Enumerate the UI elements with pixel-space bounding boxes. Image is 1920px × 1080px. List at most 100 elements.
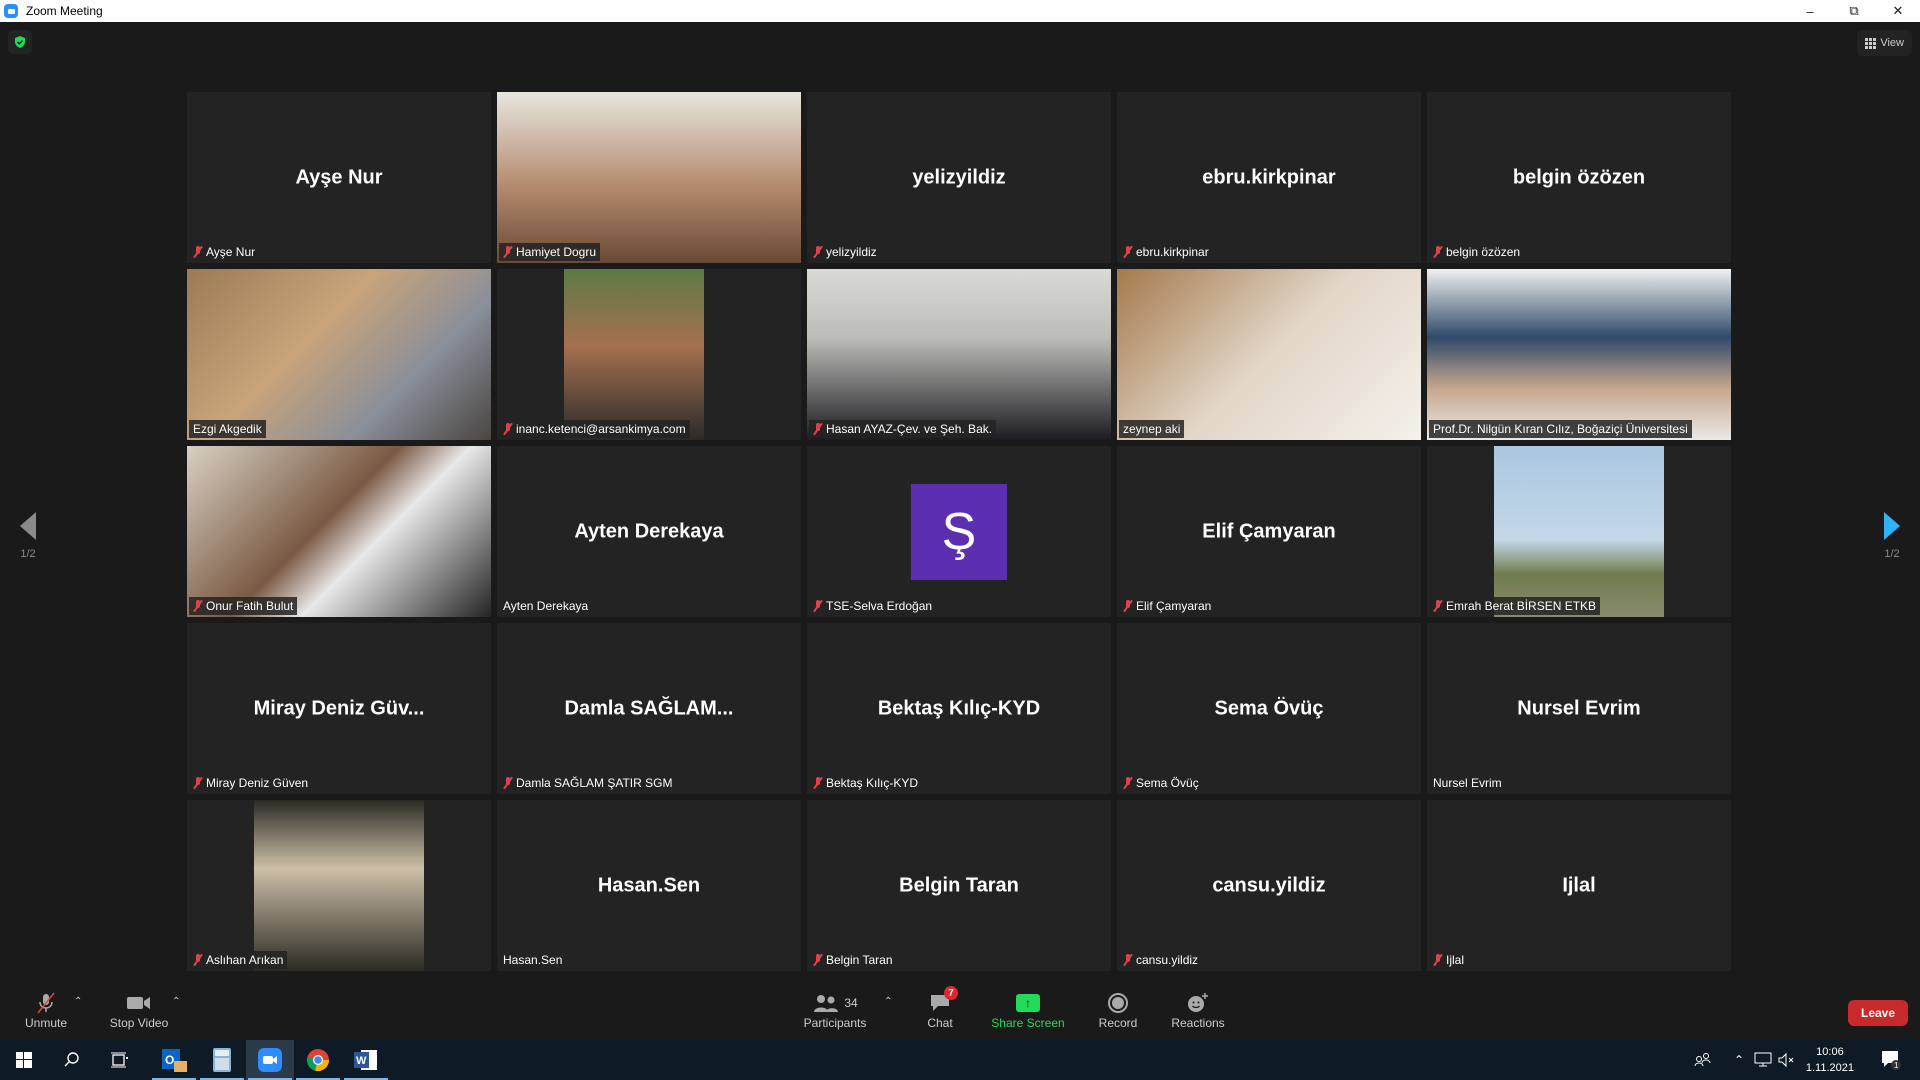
taskbar-outlook[interactable]: O [150,1040,198,1080]
people-button[interactable] [1694,1040,1712,1080]
participant-display-name: Hasan.Sen [597,874,701,896]
participant-name-label: Belgin Taran [809,951,897,969]
participants-options-caret[interactable]: ⌃ [884,996,892,1007]
microphone-muted-icon [193,777,203,789]
participant-display-name: yelizyildiz [912,166,1006,188]
participant-tile[interactable]: Hasan AYAZ-Çev. ve Şeh. Bak. [807,269,1111,440]
participant-name-label: Aslıhan Arıkan [189,951,288,969]
zoom-icon [258,1048,282,1072]
participant-name-label: Bektaş Kılıç-KYD [809,774,923,792]
participants-count: 34 [844,996,858,1010]
participant-tile[interactable]: Ayşe Nur Ayşe Nur [187,92,491,263]
participant-name-label: Ayten Derekaya [499,597,593,615]
participant-tile[interactable]: Prof.Dr. Nilgün Kıran Cılız, Boğaziçi Ün… [1427,269,1731,440]
reactions-button[interactable]: Reactions [1170,990,1226,1030]
participant-display-name: Sema Övüç [1214,697,1324,719]
restore-button[interactable]: ⧉ [1832,0,1876,22]
participant-tile[interactable]: Ezgi Akgedik [187,269,491,440]
security-button[interactable] [8,30,32,54]
participant-tile[interactable]: cansu.yildiz cansu.yildiz [1117,800,1421,971]
participant-tile[interactable]: ebru.kirkpinar ebru.kirkpinar [1117,92,1421,263]
video-options-caret[interactable]: ⌃ [172,996,180,1007]
taskbar-calculator[interactable] [198,1040,246,1080]
participant-tile[interactable]: yelizyildiz yelizyildiz [807,92,1111,263]
microphone-muted-icon [813,954,823,966]
participant-tile[interactable]: Bektaş Kılıç-KYD Bektaş Kılıç-KYD [807,623,1111,794]
record-button[interactable]: Record [1096,990,1140,1030]
windows-logo-icon [16,1052,32,1068]
view-button[interactable]: View [1857,30,1912,56]
minimize-button[interactable]: – [1788,0,1832,22]
participant-tile[interactable]: Nursel Evrim Nursel Evrim [1427,623,1731,794]
microphone-muted-icon [813,246,823,258]
task-view-button[interactable] [96,1040,144,1080]
participant-name-label: zeynep aki [1119,420,1185,438]
participant-name: Ayşe Nur [206,245,256,259]
participant-tile[interactable]: Emrah Berat BİRSEN ETKB [1427,446,1731,617]
participant-name: Damla SAĞLAM ŞATIR SGM [516,776,673,790]
participant-video [1494,446,1664,617]
notification-count: 1 [1894,1061,1899,1070]
participant-tile[interactable]: belgin özözen belgin özözen [1427,92,1731,263]
participant-tile[interactable]: Sema Övüç Sema Övüç [1117,623,1421,794]
action-center-button[interactable]: 1 [1880,1040,1902,1080]
participant-name: Emrah Berat BİRSEN ETKB [1446,599,1597,613]
search-button[interactable] [48,1040,96,1080]
participant-tile[interactable]: Hamiyet Dogru [497,92,801,263]
participant-name-label: Hasan.Sen [499,951,567,969]
previous-page-button[interactable]: 1/2 [8,512,48,560]
participant-tile[interactable]: Damla SAĞLAM... Damla SAĞLAM ŞATIR SGM [497,623,801,794]
participant-tile[interactable]: Miray Deniz Güv... Miray Deniz Güven [187,623,491,794]
microphone-muted-icon [503,777,513,789]
unmute-button[interactable]: Unmute [18,990,74,1030]
participant-video [187,269,491,440]
video-camera-icon [127,997,150,1009]
share-screen-icon: ↑ [1016,994,1040,1012]
audio-options-caret[interactable]: ⌃ [74,996,82,1007]
participant-tile[interactable]: Aslıhan Arıkan [187,800,491,971]
system-clock[interactable]: 10:06 1.11.2021 [1806,1044,1854,1076]
participant-tile[interactable]: inanc.ketenci@arsankimya.com [497,269,801,440]
unmute-label: Unmute [24,1016,68,1030]
next-page-button[interactable]: 1/2 [1872,512,1912,560]
participant-name: yelizyildiz [826,245,877,259]
close-button[interactable]: ✕ [1876,0,1920,22]
previous-page-indicator: 1/2 [20,548,36,560]
chat-button[interactable]: 7 Chat [920,986,960,1030]
task-view-icon [111,1052,128,1068]
participant-name-label: Prof.Dr. Nilgün Kıran Cılız, Boğaziçi Ün… [1429,420,1692,438]
microphone-muted-icon [193,246,203,258]
share-screen-button[interactable]: ↑ Share Screen [990,990,1066,1030]
participant-tile[interactable]: Ayten Derekaya Ayten Derekaya [497,446,801,617]
participants-button[interactable]: 34 Participants [800,990,870,1030]
participant-name-label: belgin özözen [1429,243,1525,261]
taskbar-chrome[interactable] [294,1040,342,1080]
participant-tile[interactable]: Hasan.Sen Hasan.Sen [497,800,801,971]
window-titlebar: Zoom Meeting – ⧉ ✕ [0,0,1920,22]
chevron-up-icon: ⌃ [1734,1053,1745,1067]
stop-video-button[interactable]: Stop Video [104,990,174,1030]
participant-display-name: Belgin Taran [899,874,1019,896]
participant-tile[interactable]: zeynep aki [1117,269,1421,440]
participant-display-name: Ijlal [1562,874,1596,896]
taskbar-word[interactable]: W [342,1040,390,1080]
window-title: Zoom Meeting [26,4,103,18]
network-button[interactable] [1754,1040,1772,1080]
leave-button[interactable]: Leave [1848,1000,1908,1026]
participant-name: Ijlal [1446,953,1465,967]
search-icon [64,1052,79,1067]
participant-tile[interactable]: Ş TSE-Selva Erdoğan [807,446,1111,617]
volume-button[interactable] [1778,1040,1796,1080]
participant-tile[interactable]: Ijlal Ijlal [1427,800,1731,971]
taskbar-zoom[interactable] [246,1040,294,1080]
participant-tile[interactable]: Elif Çamyaran Elif Çamyaran [1117,446,1421,617]
show-hidden-icons-button[interactable]: ⌃ [1734,1040,1744,1080]
arrow-left-icon [20,512,36,540]
participant-video [254,800,424,971]
participant-tile[interactable]: Belgin Taran Belgin Taran [807,800,1111,971]
start-button[interactable] [0,1040,48,1080]
participants-gallery: Ayşe Nur Ayşe Nur Hamiyet Dogru yelizyildiz… [187,92,1731,971]
chat-unread-badge: 7 [944,986,958,1000]
participant-tile[interactable]: Onur Fatih Bulut [187,446,491,617]
participants-label: Participants [803,1016,867,1030]
